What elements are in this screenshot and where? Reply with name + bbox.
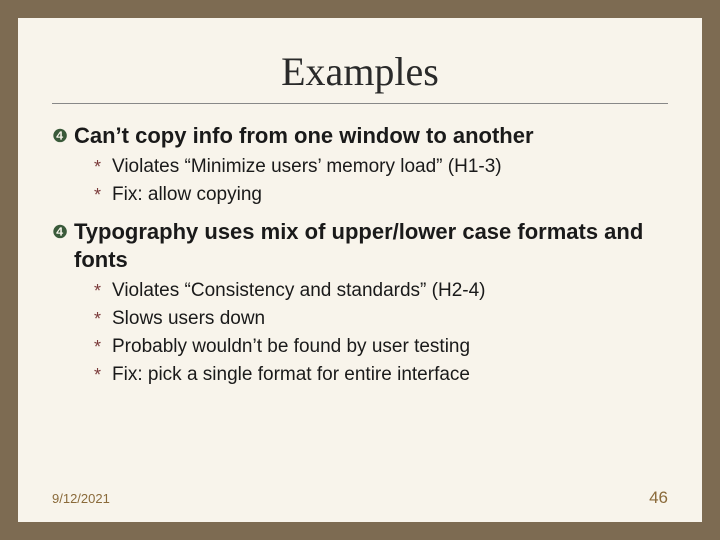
bullet-lvl1-icon: ❹	[52, 218, 74, 246]
bullet-lvl2-icon: *	[94, 334, 112, 360]
slide-body: Examples ❹ Can’t copy info from one wind…	[18, 18, 702, 522]
slide-title: Examples	[52, 48, 668, 95]
bullet-lvl1: ❹ Typography uses mix of upper/lower cas…	[52, 218, 668, 274]
slide-content: ❹ Can’t copy info from one window to ano…	[52, 122, 668, 388]
bullet-lvl2-icon: *	[94, 182, 112, 208]
bullet-lvl1-text: Typography uses mix of upper/lower case …	[74, 218, 668, 274]
bullet-lvl1-text: Can’t copy info from one window to anoth…	[74, 122, 534, 150]
bullet-lvl2-text: Violates “Minimize users’ memory load” (…	[112, 154, 502, 180]
bullet-lvl2-icon: *	[94, 306, 112, 332]
bullet-lvl2: * Fix: allow copying	[94, 182, 668, 208]
bullet-lvl2: * Violates “Minimize users’ memory load”…	[94, 154, 668, 180]
slide-frame: Examples ❹ Can’t copy info from one wind…	[0, 0, 720, 540]
bullet-lvl2-text: Probably wouldn’t be found by user testi…	[112, 334, 470, 360]
bullet-lvl1-icon: ❹	[52, 122, 74, 150]
bullet-lvl2: * Fix: pick a single format for entire i…	[94, 362, 668, 388]
bullet-lvl2-text: Fix: allow copying	[112, 182, 262, 208]
bullet-lvl2-text: Fix: pick a single format for entire int…	[112, 362, 470, 388]
bullet-lvl2-icon: *	[94, 154, 112, 180]
bullet-lvl2-icon: *	[94, 362, 112, 388]
bullet-lvl2-text: Slows users down	[112, 306, 265, 332]
bullet-lvl2: * Slows users down	[94, 306, 668, 332]
bullet-lvl2: * Probably wouldn’t be found by user tes…	[94, 334, 668, 360]
footer-date: 9/12/2021	[52, 491, 110, 506]
slide-footer: 9/12/2021 46	[18, 488, 702, 508]
bullet-lvl2-icon: *	[94, 278, 112, 304]
bullet-lvl2-text: Violates “Consistency and standards” (H2…	[112, 278, 486, 304]
bullet-lvl2: * Violates “Consistency and standards” (…	[94, 278, 668, 304]
bullet-lvl1: ❹ Can’t copy info from one window to ano…	[52, 122, 668, 150]
title-rule	[52, 103, 668, 104]
footer-page-number: 46	[649, 488, 668, 508]
